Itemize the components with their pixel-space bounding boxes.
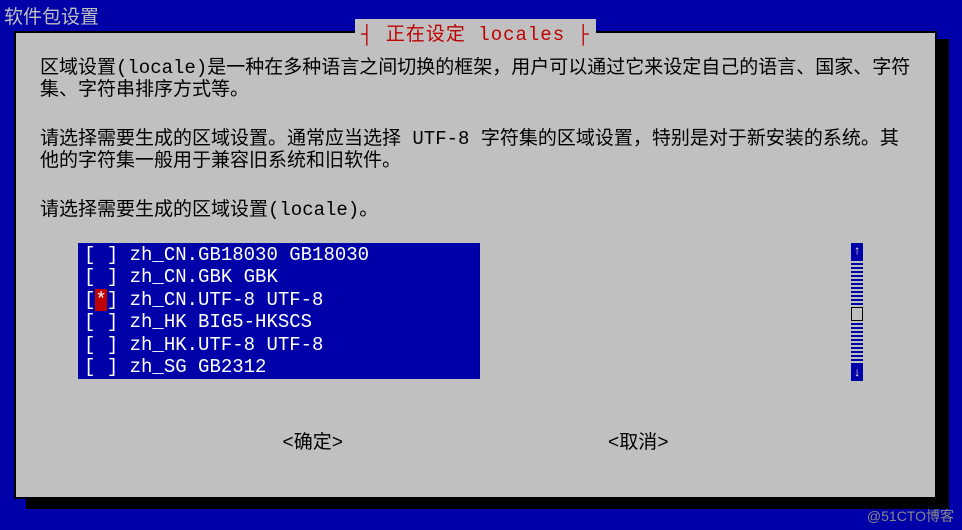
cancel-button[interactable]: <取消> [608, 427, 669, 454]
checkbox-left-bracket: [ [84, 266, 95, 288]
scrollbar[interactable]: ↑ ↓ [851, 243, 863, 381]
scroll-up-icon[interactable]: ↑ [851, 243, 863, 259]
dialog-title: ┤ 正在设定 locales ├ [355, 19, 596, 46]
checkbox-empty-icon[interactable] [95, 334, 106, 356]
checkbox-right-bracket: ] [107, 356, 130, 378]
checkbox-left-bracket: [ [84, 311, 95, 333]
checkbox-right-bracket: ] [107, 266, 130, 288]
checkbox-left-bracket: [ [84, 244, 95, 266]
checkbox-right-bracket: ] [107, 311, 130, 333]
watermark: @51CTO博客 [867, 506, 954, 526]
checkbox-empty-icon[interactable] [95, 311, 106, 333]
locale-option[interactable]: [ ] zh_CN.GBK GBK [78, 266, 480, 288]
scroll-down-icon[interactable]: ↓ [851, 365, 863, 381]
ok-button[interactable]: <确定> [282, 427, 343, 454]
locale-option[interactable]: [ ] zh_HK.UTF-8 UTF-8 [78, 334, 480, 356]
locale-option[interactable]: [ ] zh_SG GB2312 [78, 356, 480, 378]
locale-label: zh_HK.UTF-8 UTF-8 [130, 334, 324, 356]
checkbox-left-bracket: [ [84, 356, 95, 378]
checkbox-empty-icon[interactable] [95, 244, 106, 266]
checkbox-left-bracket: [ [84, 289, 95, 311]
checkbox-empty-icon[interactable] [95, 266, 106, 288]
locales-dialog: ┤ 正在设定 locales ├ 区域设置(locale)是一种在多种语言之间切… [14, 31, 937, 499]
scrollbar-track[interactable] [851, 259, 863, 365]
checkbox-left-bracket: [ [84, 334, 95, 356]
locale-label: zh_HK BIG5-HKSCS [130, 311, 312, 333]
checkbox-checked-icon[interactable]: * [95, 289, 106, 311]
locale-label: zh_CN.GB18030 GB18030 [130, 244, 369, 266]
checkbox-right-bracket: ] [107, 289, 130, 311]
locale-label: zh_CN.UTF-8 UTF-8 [130, 289, 324, 311]
dialog-description: 区域设置(locale)是一种在多种语言之间切换的框架，用户可以通过它来设定自己… [40, 57, 911, 221]
scrollbar-thumb[interactable] [851, 307, 863, 321]
locale-list[interactable]: [ ] zh_CN.GB18030 GB18030[ ] zh_CN.GBK G… [78, 243, 480, 379]
desc-line-3: 请选择需要生成的区域设置(locale)。 [40, 199, 911, 221]
checkbox-empty-icon[interactable] [95, 356, 106, 378]
desc-line-2: 请选择需要生成的区域设置。通常应当选择 UTF-8 字符集的区域设置，特别是对于… [40, 128, 911, 173]
locale-label: zh_SG GB2312 [130, 356, 267, 378]
desc-line-1: 区域设置(locale)是一种在多种语言之间切换的框架，用户可以通过它来设定自己… [40, 57, 911, 102]
checkbox-right-bracket: ] [107, 334, 130, 356]
locale-option[interactable]: [*] zh_CN.UTF-8 UTF-8 [78, 289, 480, 311]
locale-label: zh_CN.GBK GBK [130, 266, 278, 288]
checkbox-right-bracket: ] [107, 244, 130, 266]
locale-option[interactable]: [ ] zh_CN.GB18030 GB18030 [78, 244, 480, 266]
locale-option[interactable]: [ ] zh_HK BIG5-HKSCS [78, 311, 480, 333]
